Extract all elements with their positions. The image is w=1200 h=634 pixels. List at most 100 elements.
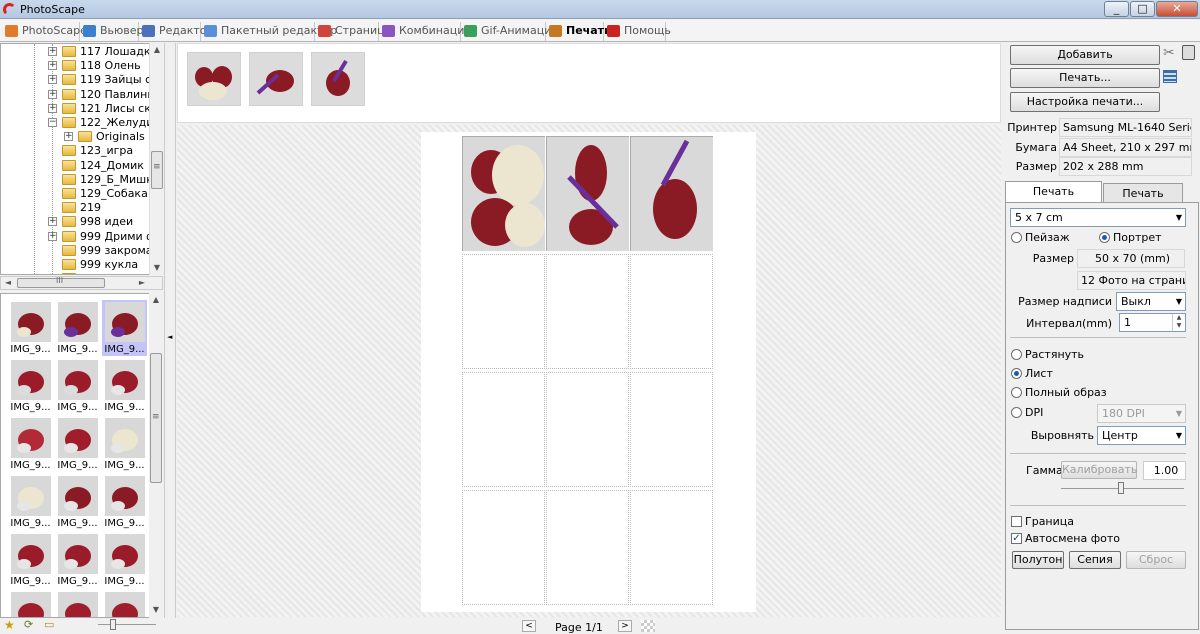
reset-button[interactable]: Сброс — [1126, 551, 1186, 569]
thumbnail-item[interactable]: IMG_9... — [102, 474, 147, 530]
add-button[interactable]: Добавить — [1010, 45, 1160, 65]
tree-item[interactable]: +998 идеи — [1, 215, 151, 229]
print-cell-empty[interactable] — [546, 372, 629, 487]
landscape-radio[interactable] — [1011, 232, 1022, 243]
halftone-button[interactable]: Полутон — [1012, 551, 1064, 569]
print-cell-empty[interactable] — [630, 490, 713, 605]
tree-item[interactable]: 129_Б_Мишка — [1, 173, 160, 187]
print-cell-empty[interactable] — [462, 254, 545, 369]
thumbnail-item[interactable]: IMG_9... — [102, 416, 147, 472]
tree-item[interactable]: + Originals — [1, 130, 151, 144]
tab-sketch-print[interactable]: Печать эскиза — [1103, 183, 1183, 219]
tab-8[interactable]: Печать — [546, 22, 611, 41]
collapse-arrow-icon[interactable]: ◄ — [167, 333, 172, 341]
tree-item[interactable]: +120 Павлины — [1, 88, 156, 102]
dpi-select[interactable]: 180 DPI ▼ — [1097, 404, 1186, 423]
tree-item[interactable]: 219 — [1, 201, 151, 215]
panel-splitter[interactable]: ◄ — [164, 43, 176, 618]
remove-icon[interactable]: ✂ — [1163, 45, 1175, 61]
thumbnail-item[interactable]: IMG_9... — [55, 474, 100, 530]
thumb-size-slider-handle[interactable] — [110, 619, 116, 630]
thumbnail-item[interactable]: IMG_9... — [8, 358, 53, 414]
close-button[interactable]: ✕ — [1156, 1, 1198, 17]
tab-4[interactable]: Пакетный редактор — [201, 22, 337, 41]
thumb-size-slider-track[interactable] — [98, 624, 156, 625]
tab-5[interactable]: Страница — [315, 22, 391, 41]
thumbs-vertical-scrollbar[interactable]: ▲ ≡ ▼ — [149, 293, 163, 618]
print-cell-empty[interactable] — [546, 490, 629, 605]
tab-3[interactable]: Редактор — [139, 22, 214, 41]
tree-horizontal-scrollbar[interactable]: ◄ III ► — [0, 276, 163, 290]
caption-size-select[interactable]: Выкл ▼ — [1116, 292, 1186, 311]
expand-icon[interactable]: + — [48, 61, 57, 71]
format-select[interactable]: 5 x 7 cm ▼ — [1010, 208, 1186, 227]
thumbs-scroll-up-icon[interactable]: ▲ — [149, 293, 163, 307]
tab-2[interactable]: Вьювер — [80, 22, 144, 41]
print-cell-empty[interactable] — [630, 254, 713, 369]
print-cell-empty[interactable] — [462, 372, 545, 487]
tree-item[interactable]: 124_Домик — [1, 159, 151, 173]
spin-arrows-icon[interactable]: ▲ ▼ — [1172, 314, 1185, 331]
tree-item[interactable]: 123_игра — [1, 144, 151, 158]
tree-scroll-left-icon[interactable]: ◄ — [1, 276, 15, 290]
tree-item[interactable]: 129_Собака — [1, 187, 151, 201]
tree-item[interactable]: − 122_Желуди_ — [1, 116, 159, 130]
tree-item[interactable]: +119 Зайцы ска — [1, 73, 162, 87]
tree-item[interactable]: Originals — [1, 272, 151, 274]
autoswap-checkbox[interactable]: ✓ — [1011, 533, 1022, 544]
thumbnail-item[interactable]: IMG_9... — [8, 590, 53, 617]
tree-item[interactable]: +121 Лисы скан — [1, 102, 162, 116]
expand-icon[interactable]: + — [48, 217, 57, 227]
thumbnail-item[interactable]: IMG_9... — [102, 590, 147, 617]
trash-icon[interactable] — [1182, 45, 1195, 60]
strip-photo[interactable] — [187, 52, 241, 106]
strip-photo[interactable] — [311, 52, 365, 106]
print-photo[interactable] — [462, 136, 545, 251]
tree-vertical-scrollbar[interactable]: ▲ ≡ ▼ — [149, 43, 163, 275]
strip-photo[interactable] — [249, 52, 303, 106]
collapse-icon[interactable]: − — [48, 118, 57, 127]
next-page-button[interactable]: > — [618, 620, 632, 632]
thumbnail-item[interactable]: IMG_9... — [8, 416, 53, 472]
stretch-radio[interactable] — [1011, 349, 1022, 360]
thumbnail-item[interactable]: IMG_9... — [55, 416, 100, 472]
thumbnail-item[interactable]: IMG_9... — [102, 532, 147, 588]
tab-1[interactable]: PhotoScape — [2, 22, 87, 41]
tree-hscroll-thumb[interactable]: III — [17, 276, 105, 288]
thumbnail-item[interactable]: IMG_9... — [102, 300, 147, 356]
tree-item[interactable]: 999 закрома — [1, 244, 152, 258]
portrait-radio[interactable] — [1099, 232, 1110, 243]
interval-input[interactable]: 1 ▲ ▼ — [1119, 313, 1186, 332]
print-photo[interactable] — [546, 136, 629, 251]
expand-icon[interactable]: + — [48, 89, 57, 99]
thumbnail-item[interactable]: IMG_9... — [55, 300, 100, 356]
tab-9[interactable]: Помощь — [604, 22, 671, 41]
align-select[interactable]: Центр ▼ — [1097, 426, 1186, 445]
dpi-radio[interactable] — [1011, 407, 1022, 418]
print-button[interactable]: Печать... — [1010, 68, 1160, 88]
sepia-button[interactable]: Сепия — [1069, 551, 1121, 569]
tree-item[interactable]: +999 Дрими фр — [1, 230, 162, 244]
checker-icon[interactable] — [641, 620, 655, 632]
tab-7[interactable]: Gif-Анимация — [461, 22, 558, 41]
expand-icon[interactable]: + — [48, 47, 57, 56]
thumbnail-item[interactable]: IMG_9... — [8, 474, 53, 530]
expand-icon[interactable]: + — [48, 231, 57, 241]
expand-icon[interactable]: + — [48, 75, 57, 85]
calibrate-button[interactable]: Калибровать — [1061, 461, 1137, 479]
gamma-slider-handle[interactable] — [1118, 482, 1124, 494]
thumbs-scroll-thumb[interactable]: ≡ — [150, 353, 162, 483]
tree-scroll-up-icon[interactable]: ▲ — [150, 43, 164, 57]
border-checkbox[interactable] — [1011, 516, 1022, 527]
print-cell-empty[interactable] — [630, 372, 713, 487]
folder-open-icon[interactable]: ▭ — [44, 618, 54, 631]
tree-scroll-right-icon[interactable]: ► — [135, 276, 149, 290]
list-icon[interactable] — [1163, 70, 1177, 83]
expand-icon[interactable]: + — [48, 103, 57, 113]
thumbnail-item[interactable]: IMG_9... — [102, 358, 147, 414]
full-image-radio[interactable] — [1011, 387, 1022, 398]
print-setup-button[interactable]: Настройка печати... — [1010, 92, 1160, 112]
sheet-radio[interactable] — [1011, 368, 1022, 379]
refresh-icon[interactable]: ⟳ — [24, 618, 33, 631]
thumbnail-item[interactable]: IMG_9... — [8, 300, 53, 356]
